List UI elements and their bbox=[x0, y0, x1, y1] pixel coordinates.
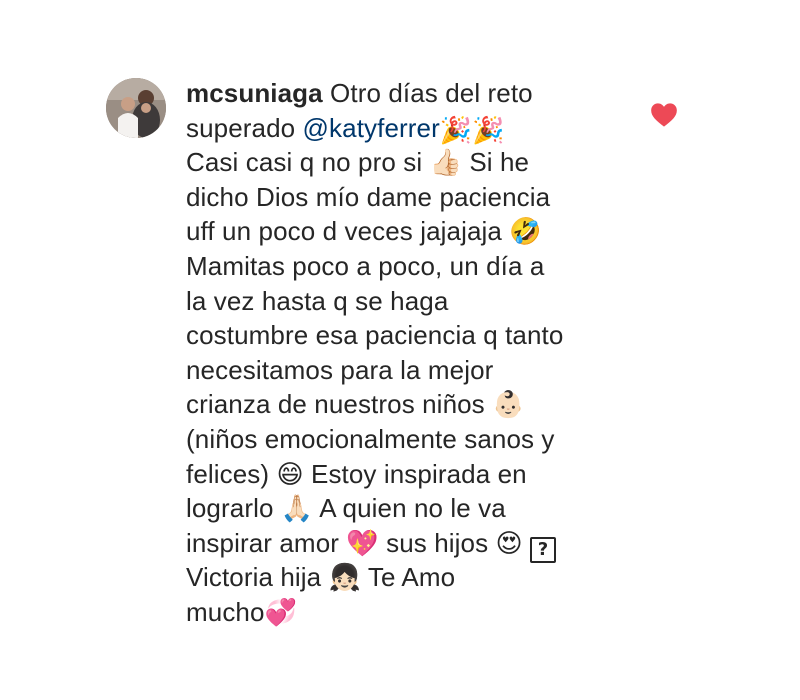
comment-line: mucho💞 bbox=[186, 596, 298, 627]
party-popper-icon: 🎉🎉 bbox=[439, 115, 505, 146]
comment-line: mcsuniaga Otro días del reto bbox=[186, 78, 533, 108]
comment-line: Victoria hija 👧🏻 Te Amo bbox=[186, 562, 456, 593]
comment-line: uff un poco d veces jajajaja 🤣 bbox=[186, 216, 542, 247]
missing-glyph-icon: ? bbox=[530, 536, 557, 563]
comment: mcsuniaga Otro días del reto superado @k… bbox=[0, 0, 800, 700]
comment-line: Mamitas poco a poco, un día a bbox=[186, 250, 545, 281]
comment-line: Casi casi q no pro si 👍🏻 Si he bbox=[186, 147, 530, 178]
comment-line: felices) 😄 Estoy inspirada en bbox=[186, 458, 527, 489]
comment-line: lograrlo 🙏🏻 A quien no le va bbox=[186, 493, 506, 524]
comment-line: necesitamos para la mejor bbox=[186, 354, 494, 385]
comment-line: dicho Dios mío dame paciencia bbox=[186, 181, 551, 212]
mention-link[interactable]: @katyferrer bbox=[303, 113, 440, 143]
comment-text: mcsuniaga Otro días del reto superado @k… bbox=[186, 76, 626, 630]
username[interactable]: mcsuniaga bbox=[186, 78, 323, 108]
like-heart-icon[interactable] bbox=[650, 102, 678, 128]
heart-shape bbox=[651, 103, 677, 127]
comment-line: costumbre esa paciencia q tanto bbox=[186, 320, 564, 351]
comment-line: la vez hasta q se haga bbox=[186, 285, 449, 316]
user-avatar[interactable] bbox=[106, 78, 166, 138]
comment-line: crianza de nuestros niños 👶🏻 bbox=[186, 389, 525, 420]
comment-line: superado @katyferrer 🎉🎉 bbox=[186, 112, 505, 146]
comment-line: (niños emocionalmente sanos y bbox=[186, 423, 555, 454]
comment-line: inspirar amor 💖 sus hijos 😍 ? bbox=[186, 526, 626, 563]
